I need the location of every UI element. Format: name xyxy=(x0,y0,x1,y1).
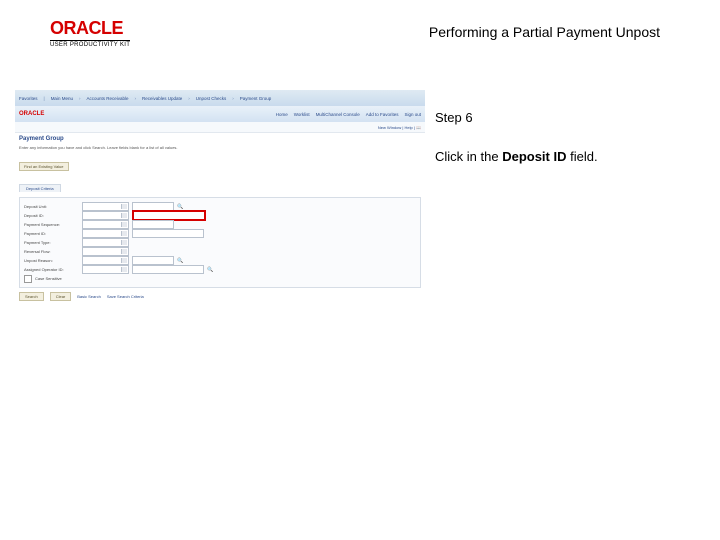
label-payment-sequence: Payment Sequence: xyxy=(24,222,79,227)
save-criteria-link[interactable]: Save Search Criteria xyxy=(107,294,144,299)
label-payment-id: Payment ID: xyxy=(24,231,79,236)
app-logo: ORACLE xyxy=(19,111,44,117)
brand-block: ORACLE USER PRODUCTIVITY KIT xyxy=(50,18,130,48)
instruction-text: Click in the Deposit ID field. xyxy=(435,149,695,164)
label-case-sensitive: Case Sensitive xyxy=(35,276,62,281)
payment-sequence-input[interactable] xyxy=(132,220,174,229)
content-heading: Payment Group xyxy=(15,133,425,145)
op-select[interactable] xyxy=(82,256,129,265)
lookup-icon[interactable]: 🔍 xyxy=(177,257,184,264)
op-select[interactable] xyxy=(82,202,129,211)
label-deposit-unit: Deposit Unit: xyxy=(24,204,79,209)
brand-logo: ORACLE xyxy=(50,18,130,39)
step-label: Step 6 xyxy=(435,110,695,125)
find-existing-button[interactable]: Find an Existing Value xyxy=(19,162,69,171)
breadcrumb: Favorites| Main Menu› Accounts Receivabl… xyxy=(15,90,425,106)
crumb[interactable]: Unpost Checks xyxy=(196,96,227,101)
assigned-operator-input[interactable] xyxy=(132,265,204,274)
crumb[interactable]: Payment Group xyxy=(240,96,272,101)
instruction-panel: Step 6 Click in the Deposit ID field. xyxy=(435,110,695,164)
header-link[interactable]: MultiChannel Console xyxy=(316,112,360,117)
unpost-reason-input[interactable] xyxy=(132,256,174,265)
label-reversal-flow: Reversal Flow: xyxy=(24,249,79,254)
search-form: Deposit Unit: 🔍 Deposit ID: Payment Sequ… xyxy=(19,197,421,288)
crumb[interactable]: Main Menu xyxy=(51,96,73,101)
action-row: Search Clear Basic Search Save Search Cr… xyxy=(15,288,425,305)
header-link[interactable]: Worklist xyxy=(294,112,310,117)
label-assigned-operator: Assigned Operator ID: xyxy=(24,267,79,272)
label-deposit-id: Deposit ID: xyxy=(24,213,79,218)
header-link[interactable]: Sign out xyxy=(404,112,421,117)
label-payment-type: Payment Type: xyxy=(24,240,79,245)
op-select[interactable] xyxy=(82,211,129,220)
header-link[interactable]: Home xyxy=(276,112,288,117)
payment-id-input[interactable] xyxy=(132,229,204,238)
window-tools[interactable]: New Window | Help | 📖 xyxy=(15,122,425,133)
op-select[interactable] xyxy=(82,229,129,238)
instruction-prefix: Click in the xyxy=(435,149,502,164)
op-select[interactable] xyxy=(82,220,129,229)
case-sensitive-checkbox[interactable] xyxy=(24,275,32,283)
search-button[interactable]: Search xyxy=(19,292,44,301)
app-screenshot: Favorites| Main Menu› Accounts Receivabl… xyxy=(15,90,425,290)
reversal-flow-select[interactable] xyxy=(82,247,129,256)
clear-button[interactable]: Clear xyxy=(50,292,72,301)
lookup-icon[interactable]: 🔍 xyxy=(177,203,184,210)
app-header: ORACLE Home Worklist MultiChannel Consol… xyxy=(15,106,425,122)
basic-search-link[interactable]: Basic Search xyxy=(77,294,101,299)
crumb[interactable]: Receivables Update xyxy=(142,96,182,101)
instruction-bold: Deposit ID xyxy=(502,149,566,164)
tab-deposit-criteria[interactable]: Deposit Criteria xyxy=(19,184,61,192)
content-subtext: Enter any information you have and click… xyxy=(15,145,425,153)
page-title: Performing a Partial Payment Unpost xyxy=(429,24,660,40)
crumb[interactable]: Favorites xyxy=(19,96,38,101)
header-link[interactable]: Add to Favorites xyxy=(366,112,399,117)
payment-type-select[interactable] xyxy=(82,238,129,247)
lookup-icon[interactable]: 🔍 xyxy=(207,266,214,273)
op-select[interactable] xyxy=(82,265,129,274)
instruction-suffix: field. xyxy=(567,149,598,164)
brand-kit-label: USER PRODUCTIVITY KIT xyxy=(50,40,130,48)
crumb[interactable]: Accounts Receivable xyxy=(86,96,128,101)
label-unpost-reason: Unpost Reason: xyxy=(24,258,79,263)
